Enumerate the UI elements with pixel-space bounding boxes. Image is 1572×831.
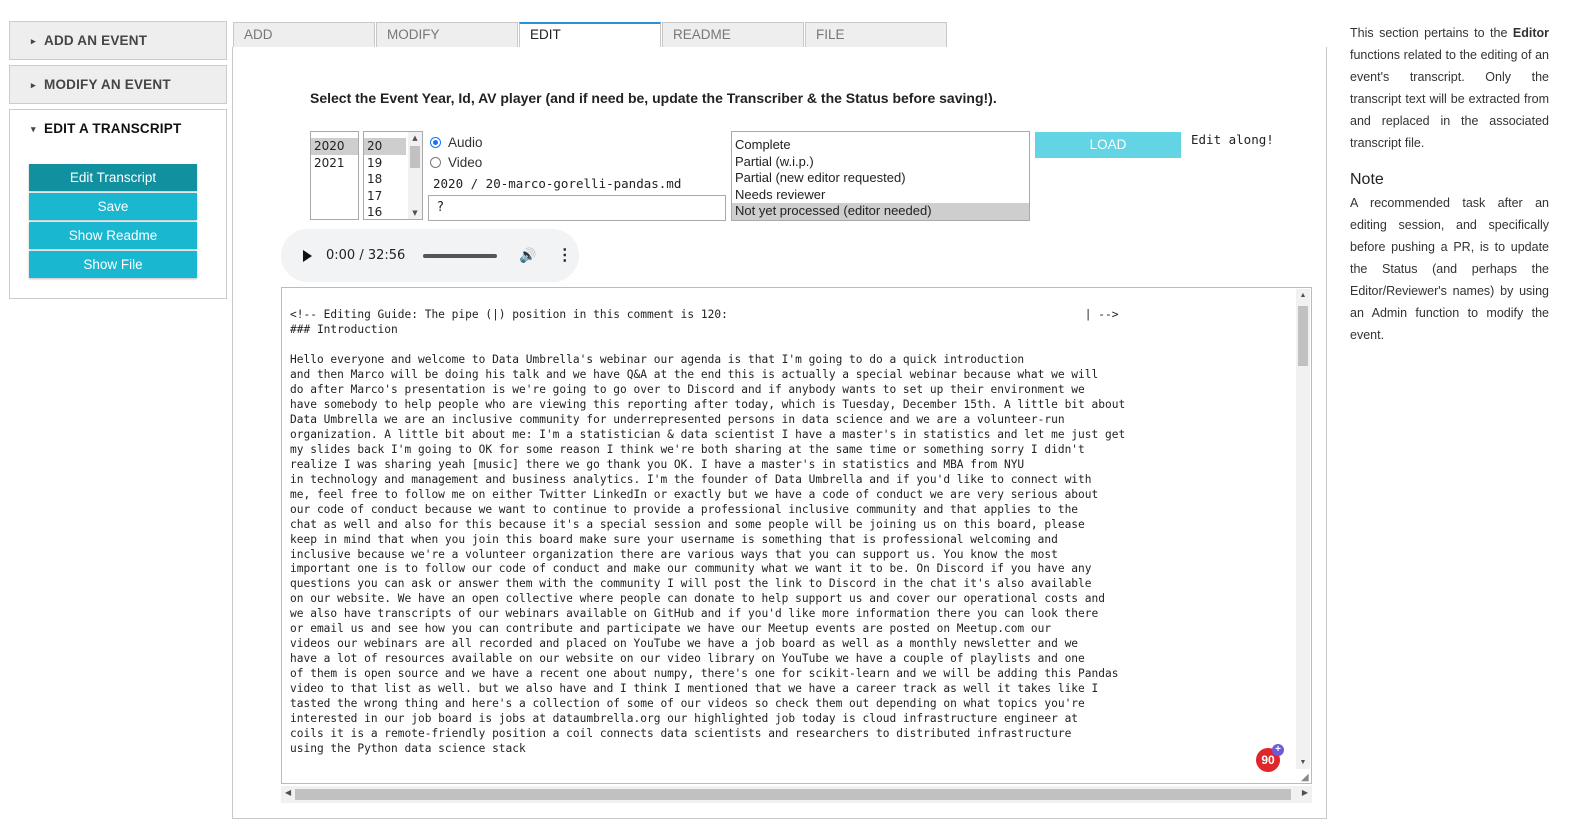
scroll-up-icon[interactable]: ▲ xyxy=(408,134,422,142)
play-icon[interactable] xyxy=(303,249,312,262)
status-option[interactable]: Needs reviewer xyxy=(732,187,1029,204)
audio-radio-row[interactable]: Audio xyxy=(430,135,483,150)
accordion-body: Edit Transcript Save Show Readme Show Fi… xyxy=(10,148,226,278)
tab-add[interactable]: ADD xyxy=(233,22,375,47)
more-options-icon[interactable]: ⋮ xyxy=(557,247,573,263)
scroll-thumb[interactable] xyxy=(410,146,420,168)
show-readme-button[interactable]: Show Readme xyxy=(29,222,197,249)
scroll-thumb[interactable] xyxy=(1298,306,1308,366)
transcript-text[interactable]: <!-- Editing Guide: The pipe (|) positio… xyxy=(290,308,1125,757)
resize-handle-icon[interactable]: ◢ xyxy=(1301,772,1309,783)
status-select[interactable]: Complete Partial (w.i.p.) Partial (new e… xyxy=(731,131,1030,221)
status-option[interactable]: Complete xyxy=(732,137,1029,154)
tab-bar: ADD MODIFY EDIT README FILE xyxy=(233,22,948,47)
tab-readme[interactable]: README xyxy=(662,22,804,47)
audio-player: 0:00 / 32:56 🔊 ⋮ xyxy=(281,229,579,282)
volume-icon[interactable]: 🔊 xyxy=(519,247,536,264)
edit-along-text: Edit along! xyxy=(1191,132,1274,147)
accordion-label: ADD AN EVENT xyxy=(44,33,148,48)
scroll-right-icon[interactable]: ▶ xyxy=(1302,788,1308,797)
audio-radio-label: Audio xyxy=(448,135,483,150)
scroll-thumb[interactable] xyxy=(295,789,1291,800)
year-option[interactable]: 2020 xyxy=(311,138,358,155)
year-select[interactable]: 2020 2021 xyxy=(310,131,359,220)
status-option[interactable]: Partial (new editor requested) xyxy=(732,170,1029,187)
accordion-label: EDIT A TRANSCRIPT xyxy=(44,121,182,136)
year-option[interactable]: 2021 xyxy=(311,155,358,172)
save-button[interactable]: Save xyxy=(29,193,197,220)
load-button[interactable]: LOAD xyxy=(1035,132,1181,158)
caret-right-icon: ▸ xyxy=(31,80,36,90)
audio-radio[interactable] xyxy=(430,137,441,148)
id-select[interactable]: 20 19 18 17 16 ▲ ▼ xyxy=(363,131,423,220)
accordion-label: MODIFY AN EVENT xyxy=(44,77,171,92)
scroll-down-icon[interactable]: ▼ xyxy=(408,209,422,217)
id-scrollbar[interactable]: ▲ ▼ xyxy=(408,132,422,219)
file-path: 2020 / 20-marco-gorelli-pandas.md xyxy=(433,176,682,191)
transcriber-input[interactable]: ? xyxy=(428,195,726,221)
transcript-textarea[interactable]: <!-- Editing Guide: The pipe (|) positio… xyxy=(281,287,1312,784)
video-radio[interactable] xyxy=(430,157,441,168)
help-sidebar: This section pertains to the Editor func… xyxy=(1350,22,1549,346)
id-option[interactable]: 20 xyxy=(364,138,406,155)
accordion-edit-transcript[interactable]: ▾ EDIT A TRANSCRIPT Edit Transcript Save … xyxy=(9,109,227,299)
tab-edit[interactable]: EDIT xyxy=(519,22,661,47)
note-text: A recommended task after an editing sess… xyxy=(1350,196,1549,342)
tab-modify[interactable]: MODIFY xyxy=(376,22,518,47)
caret-down-icon: ▾ xyxy=(31,124,36,134)
plus-icon: + xyxy=(1272,744,1284,756)
accordion-add-event[interactable]: ▸ ADD AN EVENT xyxy=(9,21,227,60)
video-radio-label: Video xyxy=(448,155,483,170)
status-option[interactable]: Not yet processed (editor needed) xyxy=(732,203,1029,220)
tab-file[interactable]: FILE xyxy=(805,22,947,47)
edit-transcript-button[interactable]: Edit Transcript xyxy=(29,164,197,191)
accordion-modify-event[interactable]: ▸ MODIFY AN EVENT xyxy=(9,65,227,104)
note-heading: Note xyxy=(1350,171,1384,188)
video-radio-row[interactable]: Video xyxy=(430,155,482,170)
caret-right-icon: ▸ xyxy=(31,36,36,46)
audio-progress[interactable] xyxy=(423,253,498,258)
transcript-hscrollbar[interactable]: ◀ ▶ xyxy=(281,786,1312,803)
scroll-up-icon[interactable]: ▲ xyxy=(1296,292,1310,299)
help-intro: This section pertains to the Editor func… xyxy=(1350,26,1549,150)
instruction-text: Select the Event Year, Id, AV player (an… xyxy=(310,90,997,106)
audio-time: 0:00 / 32:56 xyxy=(326,248,406,263)
status-option[interactable]: Partial (w.i.p.) xyxy=(732,154,1029,171)
scroll-down-icon[interactable]: ▼ xyxy=(1296,759,1310,766)
transcript-vscrollbar[interactable]: ▲ ▼ xyxy=(1296,289,1310,769)
show-file-button[interactable]: Show File xyxy=(29,251,197,278)
scroll-left-icon[interactable]: ◀ xyxy=(285,788,291,797)
